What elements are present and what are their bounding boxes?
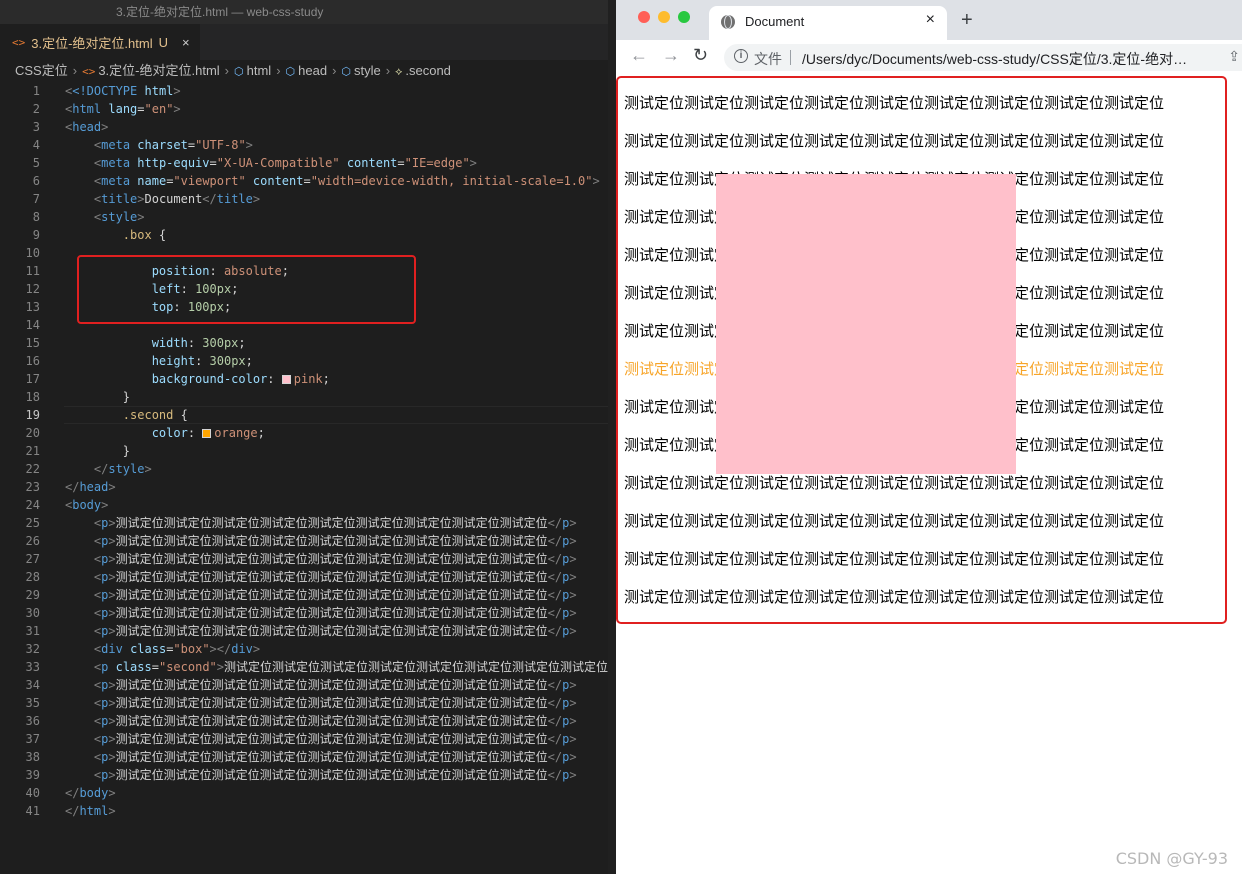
chevron-right-icon: ›: [385, 63, 391, 78]
highlight-annotation: [77, 255, 416, 324]
forward-arrow-icon[interactable]: →: [662, 45, 680, 66]
chevron-right-icon: ›: [332, 63, 337, 78]
globe-icon: [721, 15, 735, 29]
minimize-window-button[interactable]: [658, 11, 670, 23]
cube-icon: ⬡: [285, 66, 296, 78]
editor-title-bar: 3.定位-绝对定位.html — web-css-study: [0, 0, 610, 24]
editor-tab[interactable]: <> 3.定位-绝对定位.html U ×: [0, 24, 200, 60]
breadcrumb-html[interactable]: html: [247, 63, 272, 78]
doctype-token: <!DOCTYPE: [72, 84, 138, 98]
browser-window: Document × + ← → ↻ i 文件 /Users/dyc/Docum…: [616, 0, 1242, 874]
html-file-icon: <>: [12, 36, 26, 49]
info-icon[interactable]: i: [734, 49, 748, 63]
address-bar[interactable]: i 文件 /Users/dyc/Documents/web-css-study/…: [724, 44, 1242, 71]
close-window-button[interactable]: [638, 11, 650, 23]
selector-icon: ⟡: [395, 66, 403, 78]
breadcrumb-folder[interactable]: CSS定位: [15, 63, 68, 78]
highlight-annotation: [616, 76, 1227, 624]
editor-tab-label: 3.定位-绝对定位.html: [31, 36, 153, 51]
chevron-right-icon: ›: [276, 63, 281, 78]
reload-icon[interactable]: ↻: [693, 45, 708, 66]
browser-tab-title: Document: [745, 14, 805, 29]
html-file-icon: <>: [82, 65, 96, 78]
color-swatch-pink[interactable]: [281, 375, 291, 384]
back-arrow-icon[interactable]: ←: [630, 45, 648, 66]
url-text[interactable]: /Users/dyc/Documents/web-css-study/CSS定位…: [802, 49, 1187, 69]
chevron-right-icon: ›: [224, 63, 230, 78]
close-icon[interactable]: ×: [926, 11, 935, 29]
pane-divider[interactable]: [608, 0, 616, 874]
cube-icon: ⬡: [341, 66, 352, 78]
editor-tab-bar: <> 3.定位-绝对定位.html U ×: [0, 24, 610, 60]
code-editor: 3.定位-绝对定位.html — web-css-study <> 3.定位-绝…: [0, 0, 656, 874]
share-icon[interactable]: ⇪: [1228, 48, 1240, 65]
file-label: 文件: [754, 51, 782, 67]
address-divider: [790, 50, 791, 65]
cube-icon: ⬡: [234, 66, 244, 78]
breadcrumb-selector[interactable]: .second: [405, 63, 451, 78]
breadcrumb-head[interactable]: head: [298, 63, 327, 78]
breadcrumb-file[interactable]: 3.定位-绝对定位.html: [98, 63, 219, 78]
new-tab-button[interactable]: +: [961, 9, 973, 32]
browser-tab-strip: Document × +: [616, 0, 1242, 40]
page-viewport: 测试定位测试定位测试定位测试定位测试定位测试定位测试定位测试定位测试定位 测试定位…: [616, 74, 1242, 874]
chevron-right-icon: ›: [72, 63, 78, 78]
doctype-html-token: html: [137, 84, 174, 98]
browser-toolbar: ← → ↻ i 文件 /Users/dyc/Documents/web-css-…: [616, 40, 1242, 75]
maximize-window-button[interactable]: [678, 11, 690, 23]
breadcrumb-style[interactable]: style: [354, 63, 381, 78]
close-icon[interactable]: ×: [182, 35, 190, 50]
editor-window-title: 3.定位-绝对定位.html — web-css-study: [116, 5, 324, 19]
breadcrumb: CSS定位 › <> 3.定位-绝对定位.html › ⬡ html › ⬡ head › ⬡ styl…: [0, 60, 610, 82]
untracked-badge: U: [158, 35, 168, 50]
watermark: CSDN @GY-93: [1115, 849, 1228, 868]
browser-tab[interactable]: Document ×: [709, 6, 947, 40]
color-swatch-orange[interactable]: [202, 429, 212, 438]
code-area[interactable]: 1 <<!DOCTYPE html> 2 <html lang="en"> 3 <he…: [0, 82, 656, 820]
